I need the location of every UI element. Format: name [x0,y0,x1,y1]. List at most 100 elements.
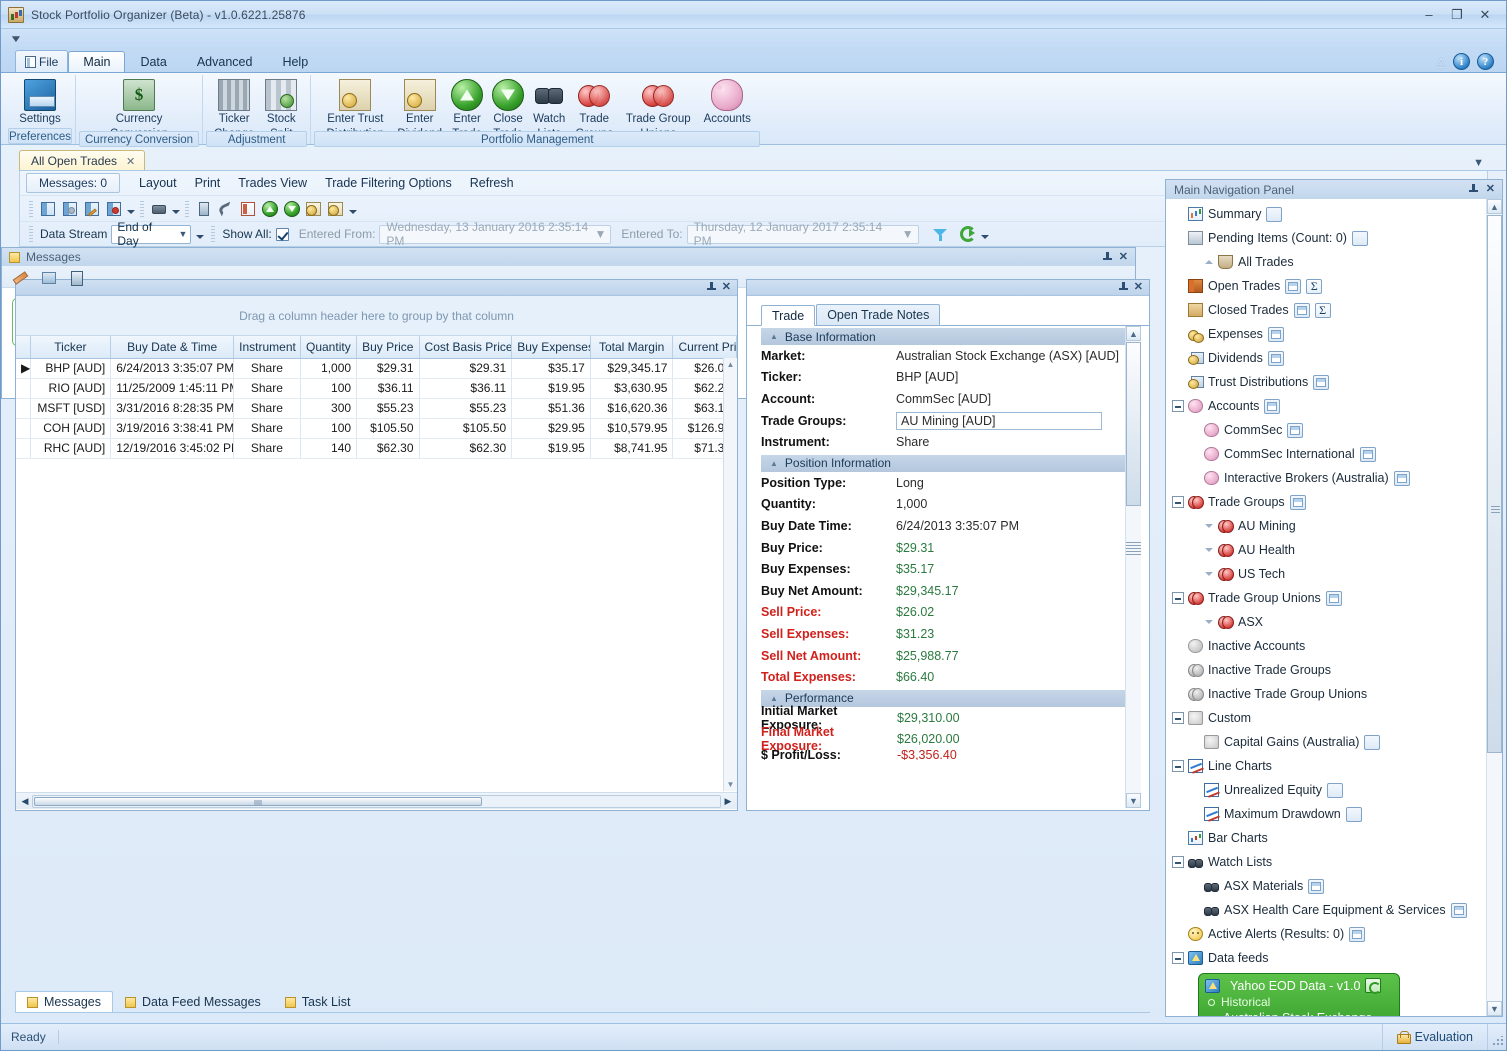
buy-trade-icon[interactable] [260,199,280,219]
nav-item-trust-distributions[interactable]: Trust Distributions [1172,370,1502,394]
show-all-checkbox[interactable] [276,228,289,241]
bottom-tab-task-list[interactable]: Task List [273,991,363,1012]
radio-icon[interactable] [1208,999,1215,1006]
maximize-button[interactable]: ❐ [1444,6,1470,24]
data-feed-card[interactable]: Yahoo EOD Data - v1.0 Historical Austral… [1198,973,1400,1016]
tab-open-trade-notes[interactable]: Open Trade Notes [816,304,940,325]
tab-data[interactable]: Data [125,51,181,72]
print-dropdown-icon[interactable] [171,199,180,219]
accounts-button[interactable]: Accounts [698,77,756,126]
nav-item-inactive-accounts[interactable]: Inactive Accounts [1172,634,1502,658]
scroll-up-icon[interactable]: ▲ [1126,326,1141,341]
scroll-left-icon[interactable]: ◀ [18,796,32,807]
pin-icon[interactable] [1119,282,1128,293]
nav-item-interactive-brokers-australia[interactable]: Interactive Brokers (Australia) [1172,466,1502,490]
minimize-button[interactable]: – [1416,6,1442,24]
open-summary-button[interactable] [1315,303,1331,318]
open-grid-button[interactable] [1313,375,1329,390]
tab-help[interactable]: Help [267,51,323,72]
dividend-entry-icon[interactable] [304,199,324,219]
filter-overflow-icon[interactable] [980,224,989,244]
scroll-down-icon[interactable]: ▼ [1487,1001,1502,1016]
nav-item-expenses[interactable]: Expenses [1172,322,1502,346]
col-instrument[interactable]: Instrument [234,336,301,358]
open-grid-button[interactable] [1285,279,1301,294]
nav-scroll-thumb[interactable] [1487,215,1502,753]
detail-scroll-grip[interactable] [1126,542,1141,556]
print-icon[interactable] [149,199,169,219]
close-icon[interactable]: ✕ [1486,184,1495,195]
table-row[interactable]: MSFT [USD] 3/31/2016 8:28:35 PM Share 30… [16,398,737,418]
col-current-price[interactable]: Current Price [673,336,737,358]
edit-view-icon[interactable] [82,199,102,219]
close-button[interactable]: ✕ [1472,6,1498,24]
qat-dropdown-icon[interactable]: ▼ [9,34,23,45]
hscroll-track[interactable] [32,795,721,808]
detail-vertical-scrollbar[interactable]: ▲ ▼ [1125,326,1141,808]
menu-layout[interactable]: Layout [130,173,186,193]
bottom-tab-data-feed-messages[interactable]: Data Feed Messages [113,991,273,1012]
expander-toggle[interactable] [1172,592,1184,604]
pin-icon[interactable] [1103,252,1112,263]
table-row[interactable]: RIO [AUD] 11/25/2009 1:45:11 PM Share 10… [16,378,737,398]
nav-item-summary[interactable]: Summary [1172,202,1502,226]
close-icon[interactable]: ✕ [1119,252,1128,263]
entered-to-field[interactable]: Thursday, 12 January 2017 2:35:14 PM ▼ [687,225,919,244]
expander-toggle[interactable] [1172,400,1184,412]
messages-count-button[interactable]: Messages: 0 [26,173,120,193]
col-buy-price[interactable]: Buy Price [357,336,419,358]
quick-access-toolbar[interactable]: ▼ [1,29,1506,49]
expense-entry-icon[interactable] [326,199,346,219]
entered-from-field[interactable]: Wednesday, 13 January 2016 2:35:14 PM ▼ [379,225,611,244]
nav-item-active-alerts-results-0[interactable]: Active Alerts (Results: 0) [1172,922,1502,946]
open-grid-button[interactable] [1294,303,1310,318]
col-total-margin[interactable]: Total Margin [590,336,673,358]
expander-toggle[interactable] [1172,496,1184,508]
nav-item-data-feeds[interactable]: Data feeds [1172,946,1502,970]
tab-file[interactable]: File [15,50,68,72]
doc-tab-close-icon[interactable]: ✕ [126,155,135,168]
col-quantity[interactable]: Quantity [300,336,356,358]
filter-grip[interactable] [29,226,33,242]
filter-icon[interactable] [933,227,948,242]
open-grid-button[interactable] [1326,591,1342,606]
delete-view-icon[interactable] [104,199,124,219]
data-stream-select[interactable]: End of Day ▼ [111,225,191,244]
table-row[interactable]: COH [AUD] 3/19/2016 3:38:41 PM Share 100… [16,418,737,438]
nav-item-custom[interactable]: Custom [1172,706,1502,730]
section-header-base-information[interactable]: ▲ Base Information [761,328,1141,345]
open-summary-button[interactable] [1306,279,1322,294]
doc-tab-dropdown-icon[interactable]: ▼ [1473,157,1484,169]
nav-item-commsec[interactable]: CommSec [1172,418,1502,442]
nav-item-bar-charts[interactable]: Bar Charts [1172,826,1502,850]
tab-advanced[interactable]: Advanced [182,51,268,72]
scroll-down-icon[interactable]: ▼ [724,778,737,791]
nav-vertical-scrollbar[interactable]: ▲ ▼ [1486,199,1502,1016]
sync-icon[interactable] [1365,978,1381,993]
open-folder-button[interactable] [1327,783,1343,798]
refresh-icon[interactable] [960,226,976,242]
expander-toggle[interactable] [1172,712,1184,724]
undo-icon[interactable] [216,199,236,219]
open-folder-button[interactable] [1364,735,1380,750]
col-cost-basis-price[interactable]: Cost Basis Price [419,336,512,358]
toolbar-grip-3[interactable] [185,201,189,217]
nav-item-trade-groups[interactable]: Trade Groups [1172,490,1502,514]
menu-trade-filtering-options[interactable]: Trade Filtering Options [316,173,461,193]
nav-item-inactive-trade-groups[interactable]: Inactive Trade Groups [1172,658,1502,682]
col-buy-expenses[interactable]: Buy Expenses [512,336,591,358]
nav-item-commsec-international[interactable]: CommSec International [1172,442,1502,466]
table-row[interactable]: RHC [AUD] 12/19/2016 3:45:02 PM Share 14… [16,438,737,458]
expander-toggle[interactable] [1172,952,1184,964]
open-grid-button[interactable] [1287,423,1303,438]
scroll-up-icon[interactable]: ▲ [724,358,737,371]
nav-item-pending-items-count-0[interactable]: Pending Items (Count: 0) [1172,226,1502,250]
nav-item-watch-lists[interactable]: Watch Lists [1172,850,1502,874]
ribbon-collapse-icon[interactable]: △ [1436,54,1446,70]
new-view-icon[interactable] [38,199,58,219]
grid-vertical-scrollbar[interactable]: ▲ ▼ [723,358,737,791]
nav-item-au-health[interactable]: AU Health [1172,538,1502,562]
nav-item-asx-materials[interactable]: ASX Materials [1172,874,1502,898]
clear-messages-icon[interactable] [68,269,84,285]
col-buy-date-time[interactable]: Buy Date & Time [111,336,234,358]
